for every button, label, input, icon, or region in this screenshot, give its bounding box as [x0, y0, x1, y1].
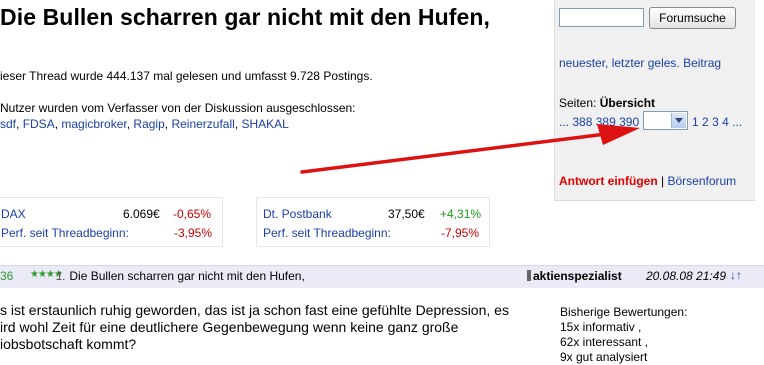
annotation-arrow-icon — [300, 124, 640, 174]
